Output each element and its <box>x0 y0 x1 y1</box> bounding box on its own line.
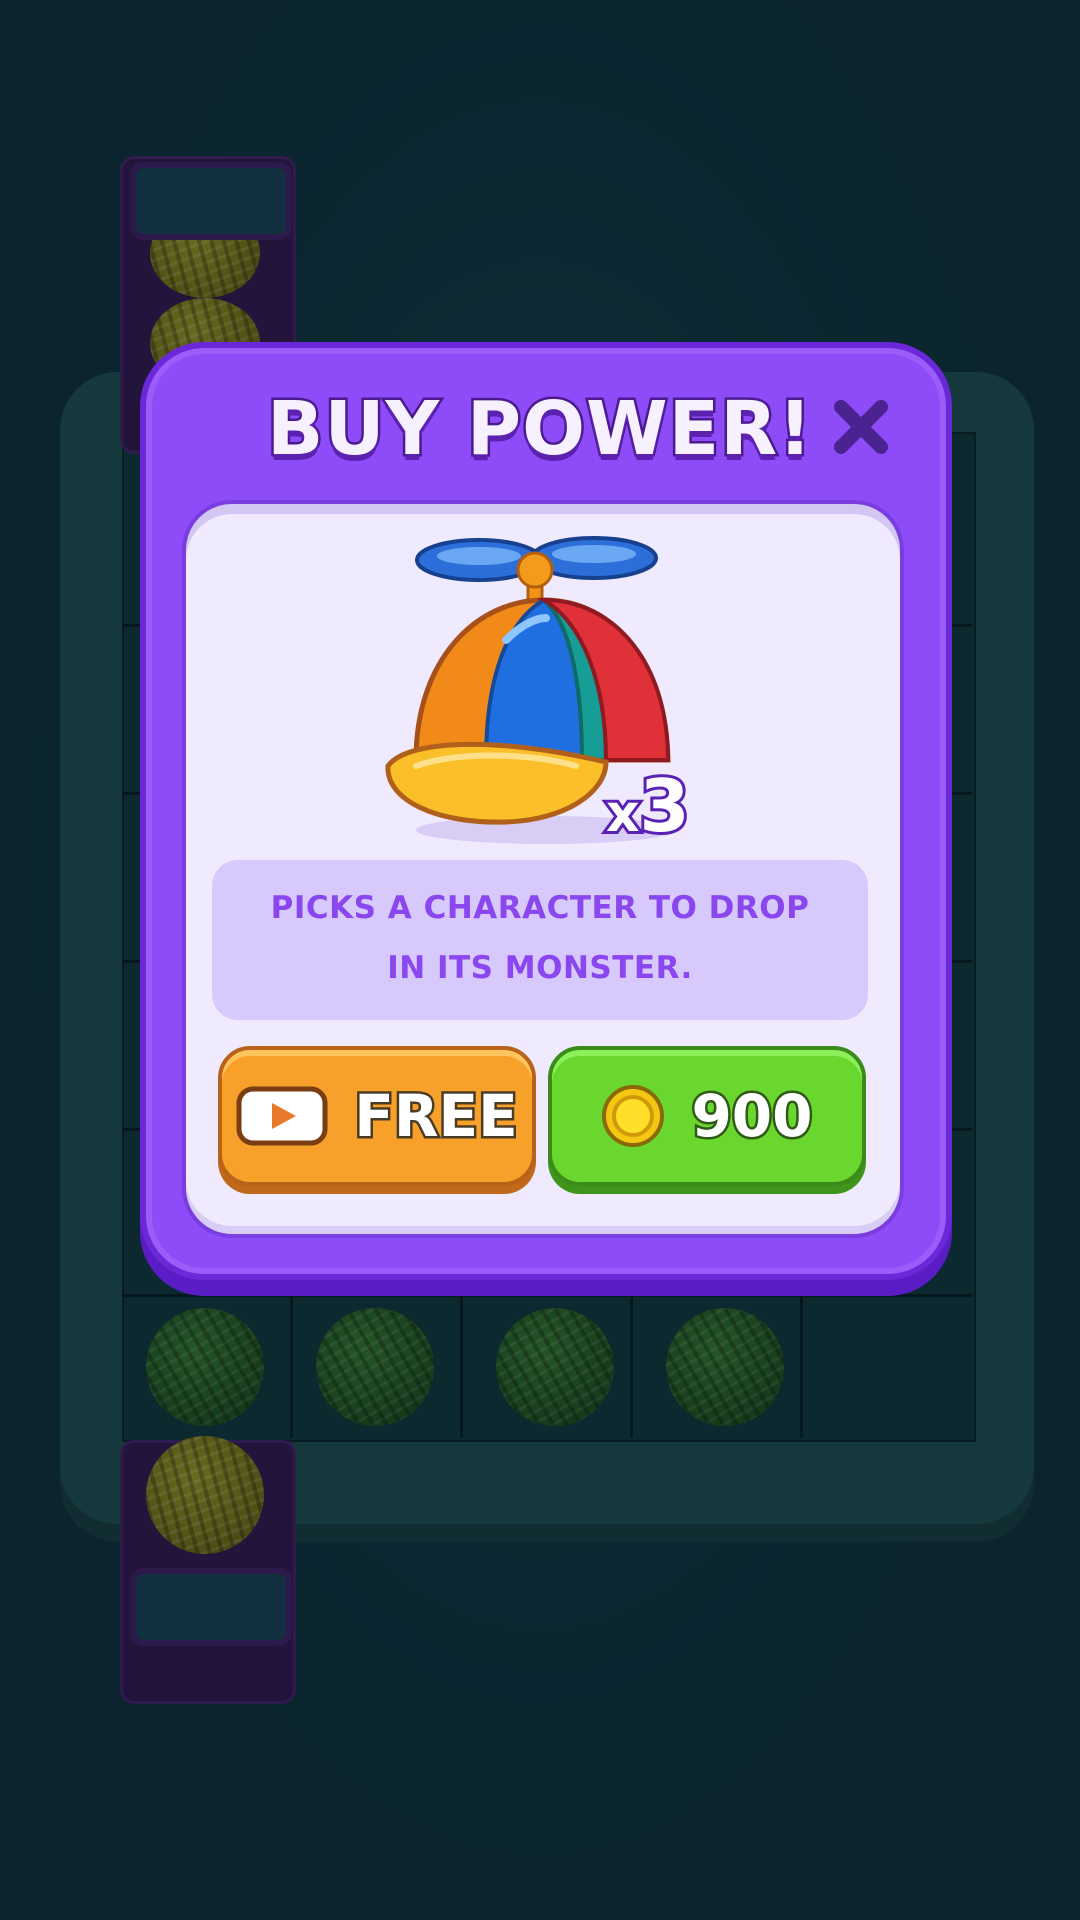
close-button[interactable] <box>830 396 892 458</box>
play-video-icon <box>236 1086 328 1146</box>
coin-price-label: 900 <box>689 1080 815 1153</box>
free-button-label: FREE <box>352 1080 521 1153</box>
coin-icon <box>602 1085 665 1147</box>
close-icon <box>834 400 888 454</box>
modal-title: BUY POWER! <box>265 384 815 475</box>
free-video-button[interactable]: FREE <box>218 1046 536 1186</box>
buy-with-coins-button[interactable]: 900 <box>548 1046 866 1186</box>
description-line-1: PICKS A CHARACTER TO DROP <box>270 890 810 926</box>
quantity-badge: x3 <box>603 761 693 851</box>
description-box <box>212 860 868 1020</box>
description-line-2: IN ITS MONSTER. <box>387 950 693 986</box>
